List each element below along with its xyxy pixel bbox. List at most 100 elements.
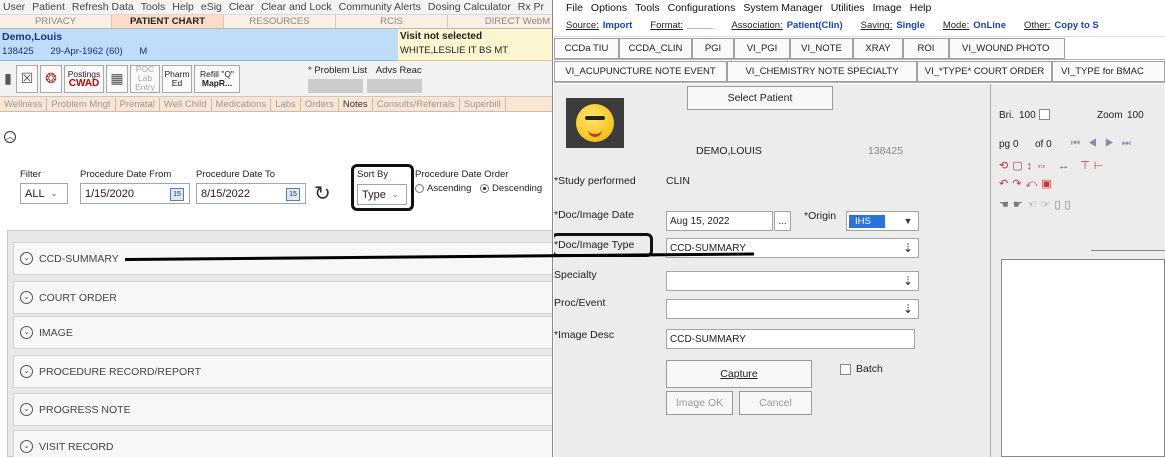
page-value[interactable]: 0 (1013, 139, 1019, 150)
cancel-button[interactable]: Cancel (739, 391, 812, 415)
subtab-problem-mngt[interactable]: Problem Mngt (47, 97, 116, 111)
menu-clear-and-lock[interactable]: Clear and Lock (261, 1, 332, 13)
flip-icon[interactable]: ↶↷⤺▣ (999, 177, 1056, 191)
calendar-icon[interactable]: 15 (286, 188, 300, 201)
proc-event-input[interactable]: ⇣ (666, 299, 919, 319)
advs-react-link[interactable]: Advs Reac (376, 65, 422, 76)
subtab-well-child[interactable]: Well Child (160, 97, 212, 111)
menu-patient[interactable]: Patient (32, 1, 65, 13)
format-value[interactable]: _____ (687, 20, 713, 31)
list-item[interactable]: ⌄ IMAGE (13, 316, 552, 349)
xray-button[interactable]: XRAY (853, 38, 903, 59)
brightness-label: Bri. (999, 110, 1014, 121)
menu-help[interactable]: Help (172, 1, 194, 13)
descending-radio[interactable] (480, 183, 490, 193)
image-desc-input[interactable]: CCD-SUMMARY (666, 329, 915, 349)
rotate-icon[interactable]: ⟲▢↕⇔ ↔ ⊤⊢ (999, 159, 1107, 172)
dropdown-arrow-icon[interactable]: ⇣ (898, 272, 918, 290)
tab-rcis[interactable]: RCIS (336, 15, 448, 28)
pharm-ed-button[interactable]: Pharm Ed (162, 64, 192, 93)
date-picker-button[interactable]: ... (774, 211, 791, 231)
subtab-labs[interactable]: Labs (271, 97, 301, 111)
filter-select[interactable]: ALL ⌄ (20, 183, 68, 204)
list-item[interactable]: ⌄ PROCEDURE RECORD/REPORT (13, 355, 552, 388)
menu-rx[interactable]: Rx Pr (518, 1, 544, 13)
tab-direct-webmail[interactable]: DIRECT WebM (448, 15, 552, 28)
menu-user[interactable]: User (3, 1, 25, 13)
postings-button[interactable]: Postings CWAD (64, 64, 104, 93)
subtab-wellness[interactable]: Wellness (0, 97, 48, 111)
vi-type-bmac-button[interactable]: VI_TYPE for BMAC (1052, 61, 1165, 82)
problem-box-1 (308, 78, 363, 93)
menu-configurations[interactable]: Configurations (668, 2, 736, 14)
doc-image-date-input[interactable]: Aug 15, 2022 (666, 211, 773, 231)
vitals-icon-button[interactable]: ☒ (16, 64, 38, 93)
menu-tools[interactable]: Tools (141, 1, 166, 13)
menu-utilities[interactable]: Utilities (831, 2, 865, 14)
alert-icon-button[interactable]: ❂ (40, 64, 62, 93)
tab-privacy[interactable]: PRIVACY (0, 15, 112, 28)
menu-community-alerts[interactable]: Community Alerts (339, 1, 421, 13)
association-value[interactable]: Patient(Clin) (787, 20, 843, 31)
other-value[interactable]: Copy to S (1054, 20, 1098, 31)
image-canvas[interactable] (1001, 259, 1165, 457)
vi-note-button[interactable]: VI_NOTE (790, 38, 853, 59)
menu-image[interactable]: Image (873, 2, 902, 14)
menu-options[interactable]: Options (591, 2, 627, 14)
tab-resources[interactable]: RESOURCES (224, 15, 336, 28)
subtab-consults-referrals[interactable]: Consults/Referrals (373, 97, 460, 111)
calendar-icon[interactable]: 15 (170, 188, 184, 201)
subtab-prenatal[interactable]: Prenatal (116, 97, 160, 111)
vi-court-order-button[interactable]: VI_*TYPE* COURT ORDER (917, 61, 1052, 82)
vi-pgi-button[interactable]: VI_PGI (734, 38, 790, 59)
menu-clear[interactable]: Clear (229, 1, 254, 13)
brightness-slider[interactable] (1039, 109, 1050, 120)
dropdown-arrow-icon[interactable]: ⇣ (898, 239, 918, 257)
menu-help[interactable]: Help (910, 2, 932, 14)
collapse-up-icon[interactable]: ︿ (4, 131, 16, 143)
subtab-superbill[interactable]: Superbill (460, 97, 506, 111)
specialty-input[interactable]: ⇣ (666, 271, 919, 291)
menu-refresh-data[interactable]: Refresh Data (72, 1, 134, 13)
menu-dosing-calculator[interactable]: Dosing Calculator (428, 1, 511, 13)
list-item[interactable]: ⌄ PROGRESS NOTE (13, 393, 552, 426)
menu-esig[interactable]: eSig (201, 1, 222, 13)
mode-value[interactable]: OnLine (973, 20, 1006, 31)
poc-lab-entry-button[interactable]: POC Lab Entry (130, 64, 160, 93)
refill-mapr-button[interactable]: Refill "Q" MapR... (194, 64, 240, 93)
problem-list-link[interactable]: * Problem List (308, 65, 367, 76)
origin-select[interactable]: IHS ▼ (846, 211, 919, 231)
dropdown-arrow-icon[interactable]: ⇣ (898, 300, 918, 318)
subtab-notes[interactable]: Notes (339, 97, 373, 111)
ascending-radio[interactable] (415, 183, 424, 193)
batch-checkbox[interactable] (840, 364, 851, 375)
menu-system-manager[interactable]: System Manager (743, 2, 822, 14)
page-navigation[interactable]: ⏮◀▶⏭ (1071, 138, 1139, 149)
notes-icon-button[interactable]: ▦ (106, 64, 128, 93)
subtab-medications[interactable]: Medications (212, 97, 272, 111)
refresh-icon[interactable]: ↻ (314, 181, 331, 206)
ccda-clin-button[interactable]: CCDA_CLIN (619, 38, 692, 59)
list-item[interactable]: ⌄ VISIT RECORD (13, 430, 552, 457)
study-performed-label: *Study performed (554, 175, 636, 187)
patient-id: 138425 (2, 46, 34, 57)
tools-icons[interactable]: ☚☛☜☞▯▯ (999, 198, 1075, 211)
vi-chemistry-button[interactable]: VI_CHEMISTRY NOTE SPECIALTY (727, 61, 917, 82)
list-item[interactable]: ⌄ COURT ORDER (13, 281, 552, 314)
vi-wound-photo-button[interactable]: VI_WOUND PHOTO (949, 38, 1065, 59)
roi-button[interactable]: ROI (903, 38, 949, 59)
vi-acupuncture-button[interactable]: VI_ACUPUNCTURE NOTE EVENT (554, 61, 727, 82)
capture-button[interactable]: Capture (666, 360, 812, 388)
tab-patient-chart[interactable]: PATIENT CHART (112, 15, 224, 28)
image-ok-button[interactable]: Image OK (666, 391, 733, 415)
visit-info[interactable]: Visit not selected WHITE,LESLIE IT BS MT (398, 29, 552, 61)
saving-value[interactable]: Single (896, 20, 925, 31)
select-patient-button[interactable]: Select Patient (687, 86, 833, 110)
patient-info[interactable]: Demo,Louis 138425 29-Apr-1962 (60) M (0, 29, 398, 61)
pgi-button[interactable]: PGI (692, 38, 734, 59)
subtab-orders[interactable]: Orders (301, 97, 339, 111)
source-value[interactable]: Import (603, 20, 633, 31)
ccda-tiu-button[interactable]: CCDa TIU (554, 38, 619, 59)
menu-file[interactable]: File (566, 2, 583, 14)
menu-tools[interactable]: Tools (635, 2, 660, 14)
